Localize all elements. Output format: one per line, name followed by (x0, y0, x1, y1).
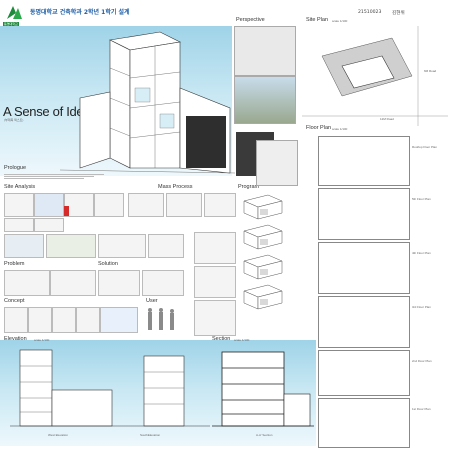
heading-mass-process: Mass Process (158, 184, 193, 190)
solution-diagram-1 (98, 270, 140, 296)
user-figures (148, 308, 174, 330)
site-analysis-map-2 (34, 193, 64, 217)
student-name: 김현위 (392, 11, 405, 16)
context-photo-3 (98, 234, 146, 258)
mass-process-3 (204, 193, 236, 217)
south-elevation-drawing (120, 355, 210, 427)
floor-plan-label-5f: 5th Floor Plan (412, 197, 431, 201)
school-logo (4, 3, 24, 23)
elevation-scale: scale 1/100 (34, 338, 50, 342)
concept-diagram-2 (28, 307, 52, 333)
heading-problem: Problem (4, 261, 25, 267)
site-plan-scale: scale 1/100 (332, 19, 348, 23)
floor-plan-stack: Rooftop Floor Plan 5th Floor Plan 4th Fl… (318, 136, 446, 448)
project-subtitle: (부제목 텍스트) (4, 118, 24, 122)
mass-process-1 (128, 193, 164, 217)
problem-diagram-2 (50, 270, 96, 296)
student-id: 21510023 (358, 10, 382, 15)
title-korean: 동명대학교 건축학과 2학년 1학기 설계 (30, 9, 130, 16)
concept-diagram-4 (76, 307, 100, 333)
mass-model-1 (194, 232, 236, 264)
context-photo-1 (4, 234, 44, 258)
heading-solution: Solution (98, 261, 118, 267)
concept-diagram-5 (100, 307, 138, 333)
floor-plan-label-4f: 4th Floor Plan (412, 251, 431, 255)
concept-diagram-1 (4, 307, 28, 333)
floor-plan-rooftop (318, 136, 410, 186)
aa-section-label: A-A' Section (256, 433, 273, 437)
floor-plan-5f (318, 188, 410, 240)
hero-building-drawing (60, 31, 235, 174)
logo-icon (7, 6, 22, 19)
mass-process-2 (166, 193, 202, 217)
heading-site-plan: Site Plan (306, 17, 329, 23)
heading-section: Section (212, 336, 231, 342)
site-plan-drawing (302, 26, 448, 126)
problem-diagram-1 (4, 270, 50, 296)
site-plan-road-label-1: 12M Road (380, 117, 394, 121)
heading-user: User (146, 298, 158, 304)
floor-plan-4f (318, 242, 410, 294)
site-analysis-map-5 (4, 218, 34, 232)
heading-site-analysis: Site Analysis (4, 184, 36, 190)
perspective-interior-2 (234, 76, 296, 124)
floor-plan-label-rooftop: Rooftop Floor Plan (412, 145, 438, 149)
heading-floor-plan: Floor Plan (306, 125, 332, 131)
mass-model-3 (194, 300, 236, 336)
heading-elevation: Elevation (4, 336, 27, 342)
mass-model-2 (194, 266, 236, 298)
west-elevation-label: West Elevation (48, 433, 68, 437)
floor-plan-axon (256, 140, 298, 186)
floor-plan-3f (318, 296, 410, 348)
heading-concept: Concept (4, 298, 25, 304)
site-analysis-map-6 (34, 218, 64, 232)
floor-plan-scale: scale 1/100 (332, 127, 348, 131)
context-photo-2 (46, 234, 96, 258)
site-analysis-highlight (64, 206, 69, 216)
site-analysis-map-1 (4, 193, 34, 217)
floor-plan-label-2f: 2nd Floor Plan (412, 359, 432, 363)
floor-plan-label-1f: 1st Floor Plan (412, 407, 431, 411)
site-analysis-map-4 (94, 193, 124, 217)
west-elevation-drawing (10, 349, 120, 427)
heading-prologue: Prologue (4, 165, 27, 171)
program-exploded-axonometric (243, 194, 283, 310)
solution-diagram-2 (142, 270, 184, 296)
site-plan-road-label-2: 6M Road (424, 69, 437, 73)
perspective-interior-1 (234, 26, 296, 76)
south-elevation-label: SouthElevation (140, 433, 161, 437)
context-photo-4 (148, 234, 184, 258)
aa-section-drawing (212, 351, 314, 427)
concept-diagram-3 (52, 307, 76, 333)
section-scale: scale 1/100 (234, 338, 250, 342)
floor-plan-1f (318, 398, 410, 448)
heading-perspective: Perspective (236, 17, 265, 23)
floor-plan-label-3f: 3rd Floor Plan (412, 305, 431, 309)
prologue-text (4, 173, 104, 180)
floor-plan-2f (318, 350, 410, 396)
